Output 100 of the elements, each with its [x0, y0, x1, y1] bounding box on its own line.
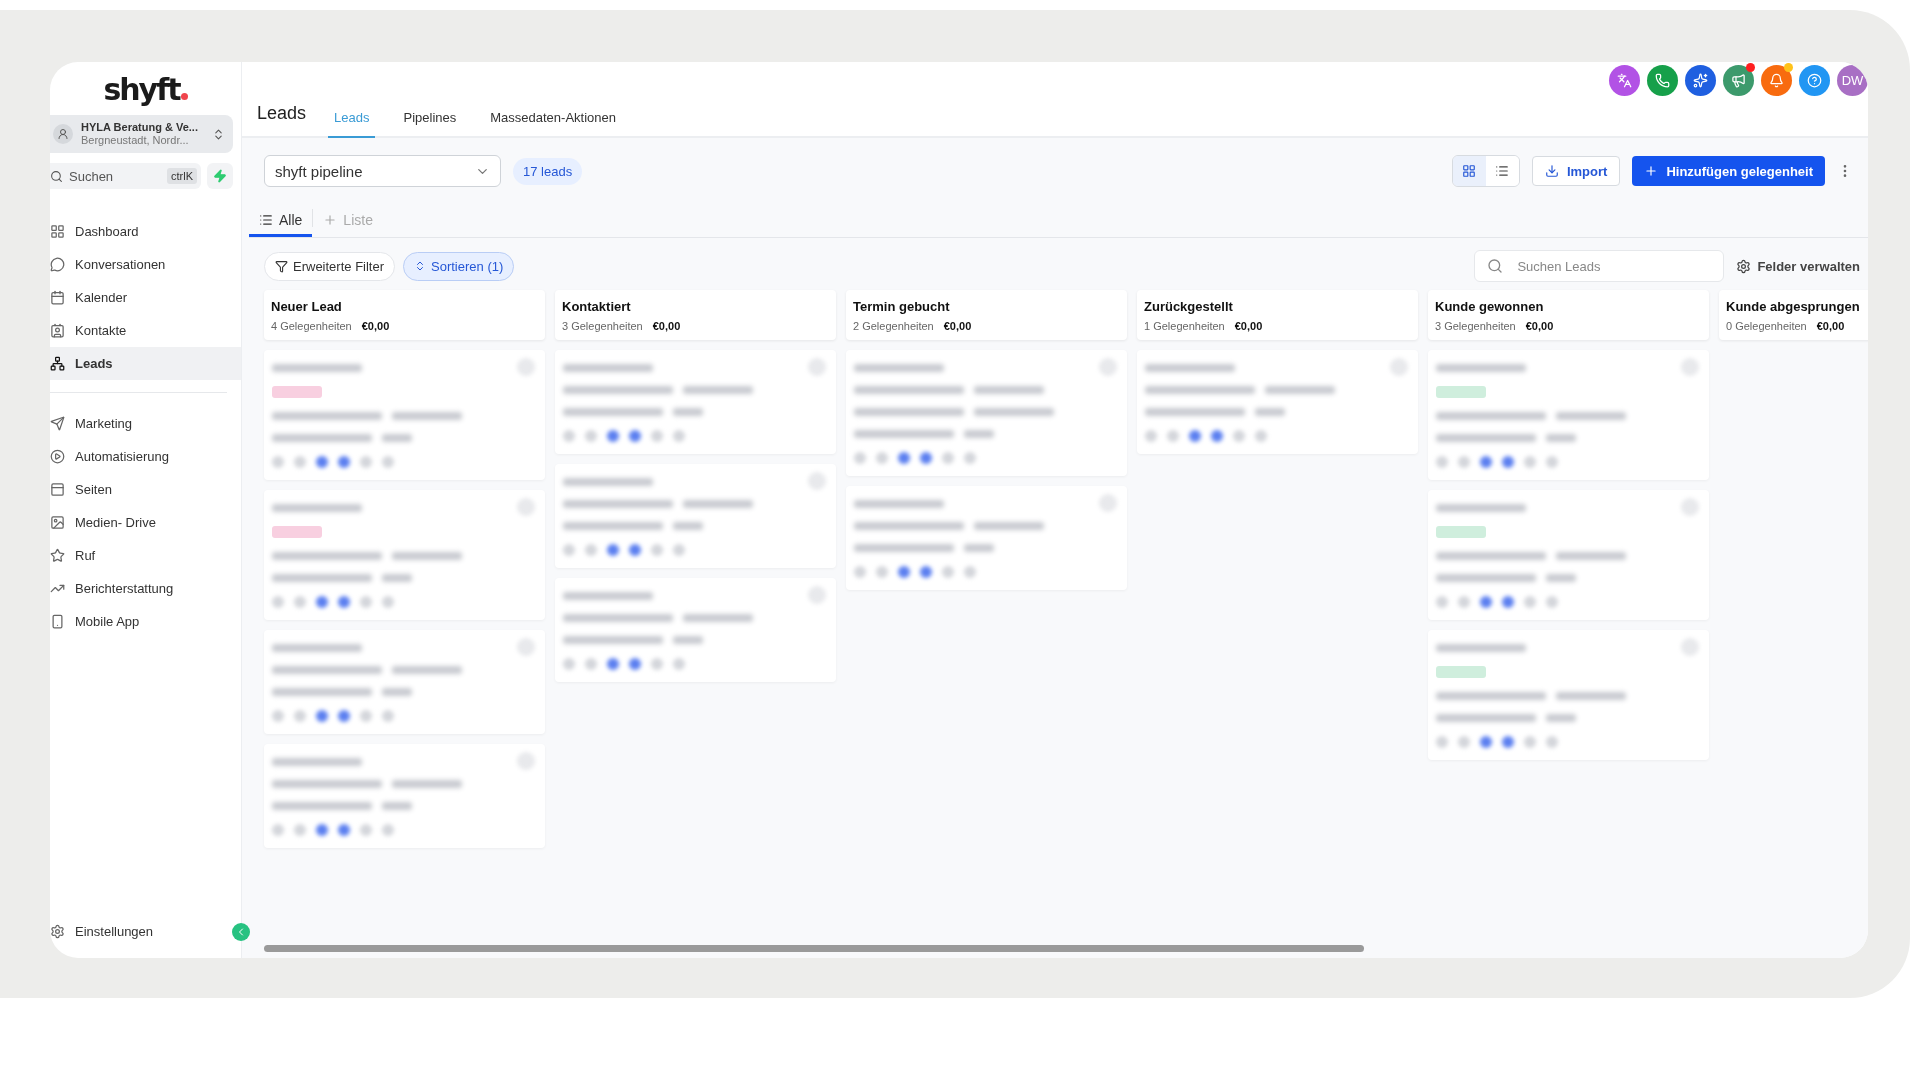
- blurred-icon[interactable]: [651, 430, 663, 442]
- nav-item[interactable]: Seiten: [50, 473, 241, 506]
- blurred-icon[interactable]: [338, 596, 350, 608]
- blurred-icon[interactable]: [898, 566, 910, 578]
- blurred-icon[interactable]: [1458, 736, 1470, 748]
- megaphone-button[interactable]: [1723, 65, 1754, 96]
- blurred-icon[interactable]: [360, 456, 372, 468]
- blurred-icon[interactable]: [1546, 456, 1558, 468]
- blurred-icon[interactable]: [651, 544, 663, 556]
- blurred-icon[interactable]: [1211, 430, 1223, 442]
- blurred-icon[interactable]: [338, 710, 350, 722]
- nav-item[interactable]: Ruf: [50, 539, 241, 572]
- blurred-icon[interactable]: [1167, 430, 1179, 442]
- blurred-icon[interactable]: [360, 710, 372, 722]
- account-switcher[interactable]: HYLA Beratung & Ve... Bergneustadt, Nordr...: [50, 115, 233, 153]
- blurred-icon[interactable]: [1502, 456, 1514, 468]
- phone-button[interactable]: [1647, 65, 1678, 96]
- blurred-icon[interactable]: [964, 452, 976, 464]
- list-view-button[interactable]: [1485, 156, 1519, 186]
- settings-item[interactable]: Einstellungen: [50, 915, 154, 948]
- blurred-icon[interactable]: [1458, 456, 1470, 468]
- blurred-icon[interactable]: [1233, 430, 1245, 442]
- filter-button[interactable]: Erweiterte Filter: [264, 251, 396, 281]
- blurred-icon[interactable]: [876, 452, 888, 464]
- blurred-icon[interactable]: [607, 658, 619, 670]
- blurred-icon[interactable]: [854, 566, 866, 578]
- nav-item[interactable]: Automatisierung: [50, 440, 241, 473]
- blurred-icon[interactable]: [585, 430, 597, 442]
- blurred-icon[interactable]: [563, 430, 575, 442]
- blurred-icon[interactable]: [1436, 596, 1448, 608]
- blurred-icon[interactable]: [563, 544, 575, 556]
- blurred-icon[interactable]: [585, 544, 597, 556]
- blurred-icon[interactable]: [382, 596, 394, 608]
- lead-card[interactable]: [555, 464, 836, 568]
- search-leads-box[interactable]: Suchen Leads: [1474, 250, 1725, 282]
- nav-item[interactable]: Marketing: [50, 407, 241, 440]
- lead-card[interactable]: [264, 350, 545, 480]
- manage-fields-button[interactable]: Felder verwalten: [1732, 258, 1860, 274]
- lead-card[interactable]: [555, 350, 836, 454]
- blurred-icon[interactable]: [294, 456, 306, 468]
- lead-card[interactable]: [846, 486, 1127, 590]
- header-tab[interactable]: Massedaten-Aktionen: [484, 110, 622, 138]
- blurred-icon[interactable]: [563, 658, 575, 670]
- blurred-icon[interactable]: [1145, 430, 1157, 442]
- blurred-icon[interactable]: [272, 710, 284, 722]
- lead-card[interactable]: [846, 350, 1127, 476]
- blurred-icon[interactable]: [920, 452, 932, 464]
- blurred-icon[interactable]: [316, 824, 328, 836]
- sort-button[interactable]: Sortieren (1): [403, 251, 515, 281]
- blurred-icon[interactable]: [316, 596, 328, 608]
- blurred-icon[interactable]: [294, 596, 306, 608]
- blurred-icon[interactable]: [942, 452, 954, 464]
- blurred-icon[interactable]: [316, 456, 328, 468]
- blurred-icon[interactable]: [294, 710, 306, 722]
- blurred-icon[interactable]: [607, 430, 619, 442]
- blurred-icon[interactable]: [272, 456, 284, 468]
- blurred-icon[interactable]: [338, 824, 350, 836]
- blurred-icon[interactable]: [629, 658, 641, 670]
- translate-button[interactable]: [1609, 65, 1640, 96]
- blurred-icon[interactable]: [629, 544, 641, 556]
- pipeline-select[interactable]: shyft pipeline: [264, 155, 501, 187]
- bell-button[interactable]: [1761, 65, 1792, 96]
- blurred-icon[interactable]: [1480, 456, 1492, 468]
- lead-card[interactable]: [264, 490, 545, 620]
- blurred-icon[interactable]: [272, 596, 284, 608]
- blurred-icon[interactable]: [338, 456, 350, 468]
- blurred-icon[interactable]: [1524, 736, 1536, 748]
- blurred-icon[interactable]: [382, 824, 394, 836]
- list-tab[interactable]: Alle: [249, 205, 313, 237]
- blurred-icon[interactable]: [1458, 596, 1470, 608]
- blurred-icon[interactable]: [1480, 736, 1492, 748]
- search-leads-field[interactable]: Suchen Leads: [1515, 257, 1712, 275]
- blurred-icon[interactable]: [1189, 430, 1201, 442]
- blurred-icon[interactable]: [942, 566, 954, 578]
- lead-card[interactable]: [1428, 630, 1709, 760]
- blurred-icon[interactable]: [876, 566, 888, 578]
- lead-card[interactable]: [1428, 490, 1709, 620]
- user-avatar[interactable]: DW: [1837, 65, 1868, 96]
- import-button[interactable]: Import: [1531, 156, 1621, 186]
- header-tab[interactable]: Pipelines: [397, 110, 463, 138]
- nav-item[interactable]: Konversationen: [50, 248, 241, 281]
- grid-view-button[interactable]: [1452, 156, 1486, 186]
- blurred-icon[interactable]: [920, 566, 932, 578]
- blurred-icon[interactable]: [360, 824, 372, 836]
- help-button[interactable]: [1799, 65, 1830, 96]
- lead-card[interactable]: [555, 578, 836, 682]
- blurred-icon[interactable]: [585, 658, 597, 670]
- blurred-icon[interactable]: [1524, 596, 1536, 608]
- blurred-icon[interactable]: [651, 658, 663, 670]
- blurred-icon[interactable]: [360, 596, 372, 608]
- scrollbar[interactable]: [264, 945, 1364, 952]
- collapse-button[interactable]: [232, 922, 250, 941]
- blurred-icon[interactable]: [1436, 736, 1448, 748]
- blurred-icon[interactable]: [1480, 596, 1492, 608]
- blurred-icon[interactable]: [1255, 430, 1267, 442]
- blurred-icon[interactable]: [272, 824, 284, 836]
- blurred-icon[interactable]: [1524, 456, 1536, 468]
- sparkle-button[interactable]: [1685, 65, 1716, 96]
- blurred-icon[interactable]: [629, 430, 641, 442]
- blurred-icon[interactable]: [607, 544, 619, 556]
